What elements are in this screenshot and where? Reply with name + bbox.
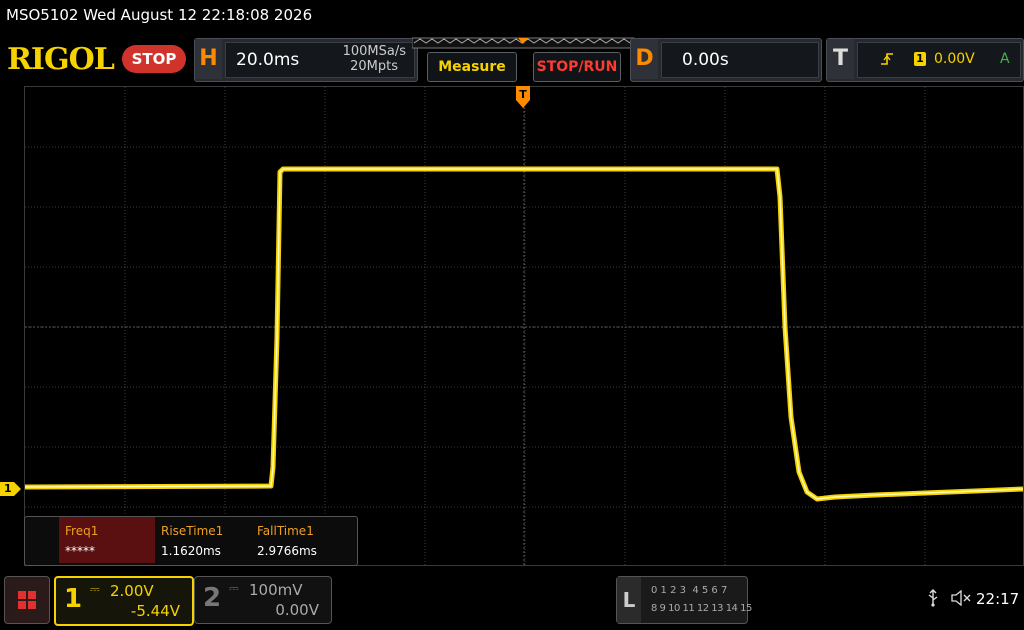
delay-readout: 0.00s [661, 42, 819, 78]
delay-letter: D [631, 39, 658, 79]
measurement-panel[interactable]: Freq1 ***** RiseTime1 1.1620ms FallTime1… [24, 516, 358, 566]
dc-coupling-icon: ⎓ [90, 582, 100, 596]
trigger-time-marker-icon: T [516, 86, 530, 108]
waveform-svg [25, 87, 1023, 565]
trigger-level: 0.00V [934, 51, 975, 67]
channel1-trace [25, 166, 1023, 502]
waveform-display[interactable] [24, 86, 1024, 566]
measurement-freq[interactable]: Freq1 ***** [59, 517, 155, 563]
measurement-value: 1.1620ms [161, 544, 221, 558]
usb-icon [928, 589, 938, 607]
delay-value: 0.00s [682, 50, 729, 70]
trigger-letter: T [827, 39, 854, 79]
measure-button[interactable]: Measure [427, 52, 517, 82]
stop-run-button[interactable]: STOP/RUN [533, 52, 621, 82]
horizontal-readout: 20.0ms 100MSa/s 20Mpts [225, 42, 415, 78]
channel1-panel[interactable]: 1 ⎓ 2.00V -5.44V [54, 576, 194, 626]
measurement-label: Freq1 [65, 524, 99, 538]
measurement-label: FallTime1 [257, 524, 314, 538]
channel1-trace-core [25, 168, 1023, 500]
measurement-value: 2.9766ms [257, 544, 317, 558]
channel2-scale: 100mV [249, 581, 303, 599]
horizontal-panel[interactable]: H 20.0ms 100MSa/s 20Mpts [194, 38, 418, 82]
channel1-marker-label: 1 [4, 482, 12, 495]
horizontal-letter: H [195, 39, 222, 79]
trigger-readout: 1 0.00V A [857, 42, 1021, 78]
measurement-value: ***** [65, 544, 95, 558]
run-state-badge[interactable]: STOP [122, 45, 186, 73]
svg-text:T: T [519, 88, 527, 101]
channel2-number: 2 [203, 583, 222, 613]
channel1-number: 1 [64, 584, 83, 614]
device-title: MSO5102 Wed August 12 22:18:08 2026 [6, 6, 313, 24]
trigger-position-strip [412, 37, 635, 49]
main-menu-button[interactable] [4, 576, 50, 624]
menu-grid-icon [18, 591, 36, 609]
delay-panel[interactable]: D 0.00s [630, 38, 822, 82]
logic-letter: L [617, 577, 641, 623]
measurement-falltime[interactable]: FallTime1 2.9766ms [251, 517, 347, 563]
clock-time: 22:17 [976, 590, 1020, 608]
trigger-source-badge: 1 [914, 52, 926, 66]
trigger-mode: A [1000, 51, 1010, 67]
measurement-risetime[interactable]: RiseTime1 1.1620ms [155, 517, 251, 563]
title-bar: MSO5102 Wed August 12 22:18:08 2026 [0, 0, 1024, 34]
logic-channels-row1: 0 1 2 3 4 5 6 7 [651, 585, 728, 596]
logic-panel[interactable]: L 0 1 2 3 4 5 6 7 8 9 10 11 12 13 14 15 [616, 576, 752, 624]
channel1-offset: -5.44V [130, 602, 180, 620]
dc-coupling-icon: ⎓ [229, 581, 239, 595]
timebase-value: 20.0ms [236, 50, 300, 70]
memory-depth: 20Mpts [350, 59, 398, 74]
channel1-ground-marker[interactable]: 1 [0, 482, 22, 496]
channel1-scale: 2.00V [110, 582, 154, 600]
measurement-label: RiseTime1 [161, 524, 224, 538]
rising-edge-icon [881, 53, 893, 65]
logic-channels-row2: 8 9 10 11 12 13 14 15 [651, 603, 752, 614]
channel2-panel[interactable]: 2 ⎓ 100mV 0.00V [194, 576, 332, 624]
brand-logo: RIGOL [7, 42, 115, 77]
speaker-muted-icon[interactable] [950, 590, 972, 606]
trigger-panel[interactable]: T 1 0.00V A [826, 38, 1024, 82]
channel2-offset: 0.00V [275, 601, 319, 619]
sample-rate: 100MSa/s [342, 44, 406, 59]
